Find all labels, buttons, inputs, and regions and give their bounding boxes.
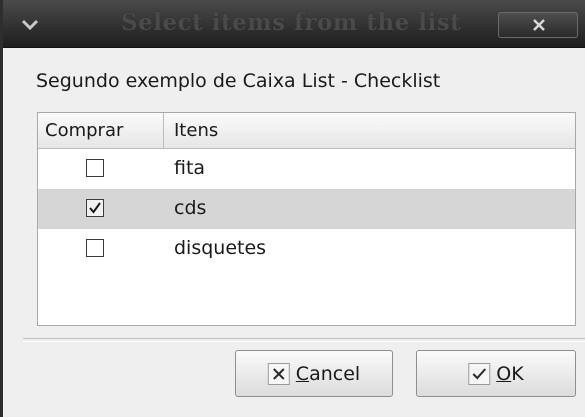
dialog-prompt: Segundo exemplo de Caixa List - Checklis… bbox=[36, 70, 441, 92]
ok-label: K bbox=[511, 362, 524, 385]
item-label: fita bbox=[174, 157, 206, 179]
item-label: disquetes bbox=[174, 237, 267, 259]
x-icon bbox=[267, 362, 290, 385]
close-icon bbox=[533, 19, 545, 31]
list-item[interactable]: cds bbox=[38, 189, 575, 229]
window-close-button[interactable] bbox=[498, 12, 578, 38]
checklist[interactable]: Comprar Itens fita cds disquetes bbox=[37, 112, 576, 326]
ok-mnemonic: O bbox=[496, 362, 512, 385]
column-header-comprar[interactable]: Comprar bbox=[38, 113, 164, 148]
list-header: Comprar Itens bbox=[38, 113, 575, 149]
check-icon bbox=[89, 202, 101, 214]
list-item[interactable]: fita bbox=[38, 149, 575, 189]
list-item[interactable]: disquetes bbox=[38, 229, 575, 269]
window-title: Select items from the list bbox=[121, 9, 462, 36]
ok-button[interactable]: OK bbox=[416, 350, 576, 397]
cancel-label: ancel bbox=[309, 362, 361, 385]
check-icon bbox=[468, 362, 491, 385]
dialog-window: Select items from the list Segundo exemp… bbox=[0, 0, 585, 417]
title-bar[interactable]: Select items from the list bbox=[3, 0, 585, 48]
item-label: cds bbox=[174, 197, 207, 219]
item-checkbox[interactable] bbox=[86, 199, 104, 217]
button-separator bbox=[23, 338, 585, 342]
item-checkbox[interactable] bbox=[86, 159, 104, 177]
chevron-down-icon[interactable] bbox=[19, 13, 41, 35]
column-header-itens[interactable]: Itens bbox=[165, 113, 575, 148]
cancel-button[interactable]: Cancel bbox=[235, 350, 393, 397]
cancel-mnemonic: C bbox=[295, 362, 310, 385]
item-checkbox[interactable] bbox=[86, 239, 104, 257]
